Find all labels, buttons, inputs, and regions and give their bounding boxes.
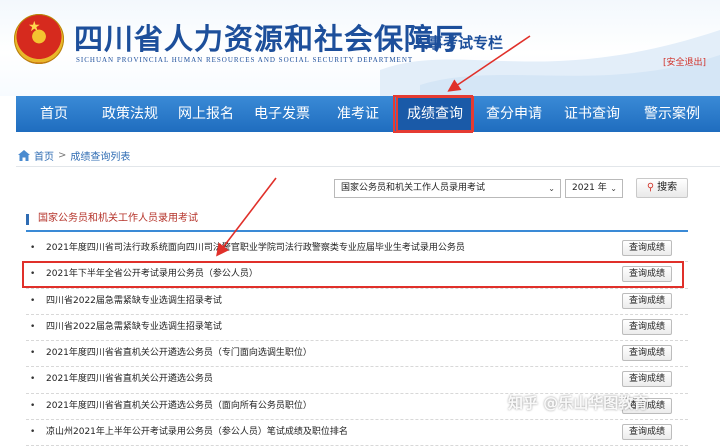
list-item: • 2021年下半年全省公开考试录用公务员（参公人员） 查询成绩 xyxy=(26,262,688,289)
list-item: • 2021年度四川省省直机关公开遴选公务员 查询成绩 xyxy=(26,367,688,394)
list-item: • 2021年度四川省省直机关公开遴选公务员（专门面向选调生职位） 查询成绩 xyxy=(26,341,688,368)
year-select-value: 2021 年 xyxy=(572,183,607,193)
bullet-icon: • xyxy=(30,269,36,280)
chevron-down-icon: ⌄ xyxy=(610,184,617,193)
search-button[interactable]: ⚲ 搜索 xyxy=(636,178,688,198)
query-score-button[interactable]: 查询成绩 xyxy=(622,292,672,309)
nav-item-e-invoice[interactable]: 电子发票 xyxy=(244,96,320,132)
list-item: • 四川省2022届急需紧缺专业选调生招录笔试 查询成绩 xyxy=(26,315,688,342)
list-item-title[interactable]: 2021年下半年全省公开考试录用公务员（参公人员） xyxy=(46,262,258,286)
watermark: 知乎 @乐山华图教育 xyxy=(508,394,649,412)
exam-type-select[interactable]: 国家公务员和机关工作人员录用考试 ⌄ xyxy=(334,179,561,198)
query-score-button[interactable]: 查询成绩 xyxy=(622,345,672,362)
nav-item-home[interactable]: 首页 xyxy=(16,96,92,132)
query-score-button[interactable]: 查询成绩 xyxy=(622,240,672,256)
nav-item-admission-ticket[interactable]: 准考证 xyxy=(320,96,396,132)
list-item-title[interactable]: 四川省2022届急需紧缺专业选调生招录考试 xyxy=(46,289,222,313)
query-score-button[interactable]: 查询成绩 xyxy=(622,266,672,283)
site-subtitle: SICHUAN PROVINCIAL HUMAN RESOURCES AND S… xyxy=(76,56,414,64)
list-item: • 2021年度四川省司法行政系统面向四川司法警官职业学院司法行政警察类专业应届… xyxy=(26,236,688,263)
list-item: • 凉山州2021年上半年公开考试录用公务员（参公人员）笔试成绩及职位排名 查询… xyxy=(26,420,688,446)
list-item-title[interactable]: 2021年度四川省司法行政系统面向四川司法警官职业学院司法行政警察类专业应届毕业… xyxy=(46,236,465,260)
nav-item-warning-cases[interactable]: 警示案例 xyxy=(630,96,714,132)
list-item-title[interactable]: 2021年度四川省省直机关公开遴选公务员 xyxy=(46,367,213,391)
safe-exit-link[interactable]: [安全退出] xyxy=(663,55,706,68)
query-score-button[interactable]: 查询成绩 xyxy=(622,424,672,441)
exam-list: • 2021年度四川省司法行政系统面向四川司法警官职业学院司法行政警察类专业应届… xyxy=(26,236,688,446)
section-title: 国家公务员和机关工作人员录用考试 xyxy=(26,212,688,232)
bullet-icon: • xyxy=(30,400,36,411)
chevron-down-icon: ⌄ xyxy=(548,184,555,193)
breadcrumb-current[interactable]: 成绩查询列表 xyxy=(70,148,130,163)
site-header: ★ 四川省人力资源和社会保障厅 SICHUAN PROVINCIAL HUMAN… xyxy=(0,0,720,96)
bullet-icon: • xyxy=(30,427,36,438)
breadcrumb: 首页 > 成绩查询列表 xyxy=(18,148,130,163)
exam-type-select-value: 国家公务员和机关工作人员录用考试 xyxy=(341,183,486,193)
emblem-star-icon: ★ xyxy=(28,19,41,35)
nav-item-score-query[interactable]: 成绩查询 xyxy=(396,96,474,132)
search-icon: ⚲ xyxy=(646,182,655,193)
query-score-button[interactable]: 查询成绩 xyxy=(622,371,672,388)
nav-item-score-review[interactable]: 查分申请 xyxy=(474,96,554,132)
list-item-title[interactable]: 四川省2022届急需紧缺专业选调生招录笔试 xyxy=(46,315,222,339)
site-title: 四川省人力资源和社会保障厅 xyxy=(74,22,465,56)
query-score-button[interactable]: 查询成绩 xyxy=(622,318,672,335)
bullet-icon: • xyxy=(30,348,36,359)
list-item: • 四川省2022届急需紧缺专业选调生招录考试 查询成绩 xyxy=(26,289,688,315)
breadcrumb-home-link[interactable]: 首页 xyxy=(34,148,54,163)
search-button-label: 搜索 xyxy=(657,182,678,193)
nav-item-registration[interactable]: 网上报名 xyxy=(168,96,244,132)
breadcrumb-divider xyxy=(16,166,720,167)
bullet-icon: • xyxy=(30,243,36,253)
nav-item-certificate-query[interactable]: 证书查询 xyxy=(554,96,630,132)
list-item-title[interactable]: 2021年度四川省省直机关公开遴选公务员（专门面向选调生职位） xyxy=(46,341,312,365)
breadcrumb-separator: > xyxy=(58,150,67,161)
home-icon xyxy=(18,150,30,161)
year-select[interactable]: 2021 年 ⌄ xyxy=(565,179,623,198)
list-item-title[interactable]: 2021年度四川省省直机关公开遴选公务员（面向所有公务员职位） xyxy=(46,394,312,418)
bullet-icon: • xyxy=(30,374,36,385)
nav-item-policy[interactable]: 政策法规 xyxy=(92,96,168,132)
column-title: 人事考试专栏 xyxy=(413,34,504,52)
list-item-title[interactable]: 凉山州2021年上半年公开考试录用公务员（参公人员）笔试成绩及职位排名 xyxy=(46,420,348,444)
main-nav: 首页 政策法规 网上报名 电子发票 准考证 成绩查询 查分申请 证书查询 警示案… xyxy=(16,96,720,132)
bullet-icon: • xyxy=(30,295,36,306)
bullet-icon: • xyxy=(30,321,36,332)
